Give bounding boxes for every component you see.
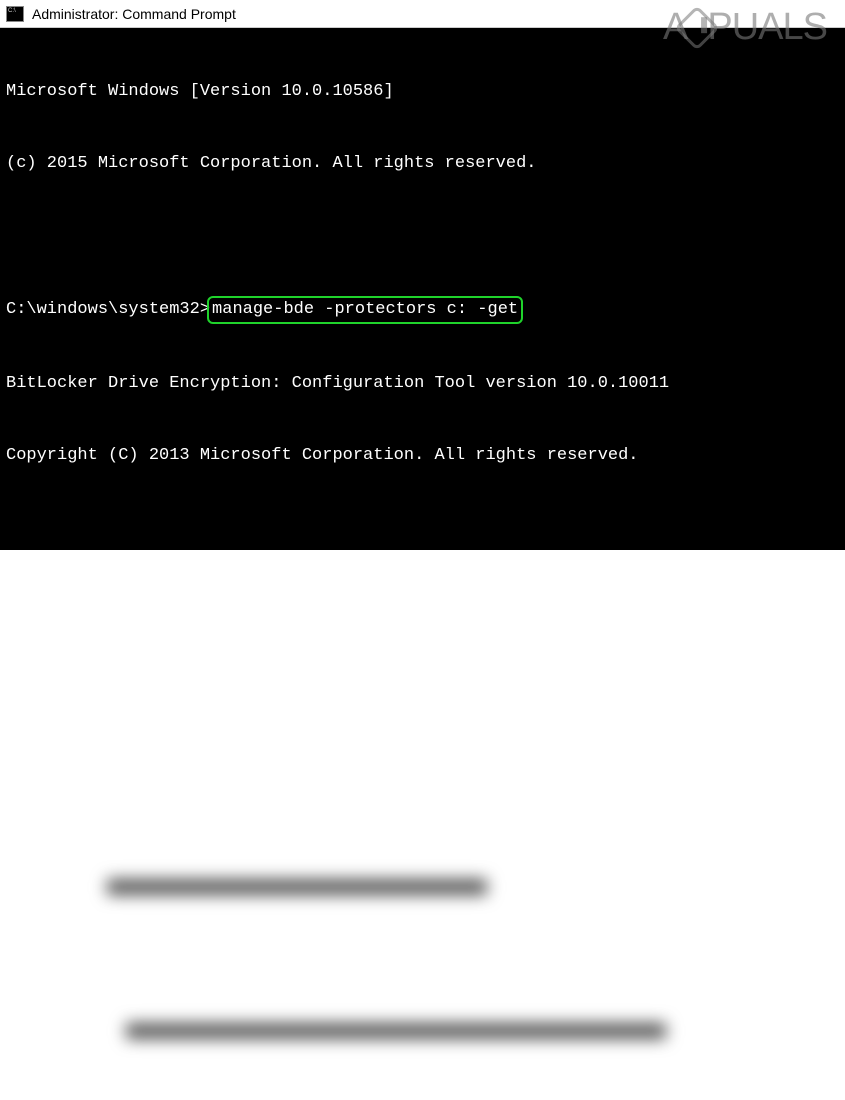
volume-line: Volume C: [Local Disk]	[6, 588, 839, 612]
protectors-header: All Key Protectors	[6, 660, 839, 684]
blurred-id	[107, 879, 487, 895]
prompt-line: C:\windows\system32>manage-bde -protecto…	[6, 296, 839, 324]
watermark-right: PUALS	[707, 6, 827, 49]
os-header-line: Microsoft Windows [Version 10.0.10586]	[6, 80, 839, 104]
terminal-area[interactable]: Microsoft Windows [Version 10.0.10586] (…	[0, 28, 845, 550]
np-id-line: ID:	[6, 876, 839, 900]
prompt-path: C:\windows\system32>	[6, 298, 210, 322]
blank-line	[6, 516, 839, 540]
watermark-logo: A PUALS	[663, 6, 827, 49]
blank-line	[6, 224, 839, 248]
tool-header-line: BitLocker Drive Encryption: Configuratio…	[6, 372, 839, 396]
blank-line	[6, 1092, 839, 1100]
cmd-prompt-icon	[6, 6, 24, 22]
highlighted-command: manage-bde -protectors c: -get	[207, 296, 523, 324]
window-title: Administrator: Command Prompt	[32, 6, 236, 22]
blurred-password	[126, 1023, 666, 1039]
tool-copyright-line: Copyright (C) 2013 Microsoft Corporation…	[6, 444, 839, 468]
copyright-line: (c) 2015 Microsoft Corporation. All righ…	[6, 152, 839, 176]
numerical-password-label: Numerical Password:	[6, 804, 839, 828]
np-password-label: Password:	[6, 948, 839, 972]
np-password-value	[6, 1020, 839, 1044]
blank-line	[6, 732, 839, 756]
